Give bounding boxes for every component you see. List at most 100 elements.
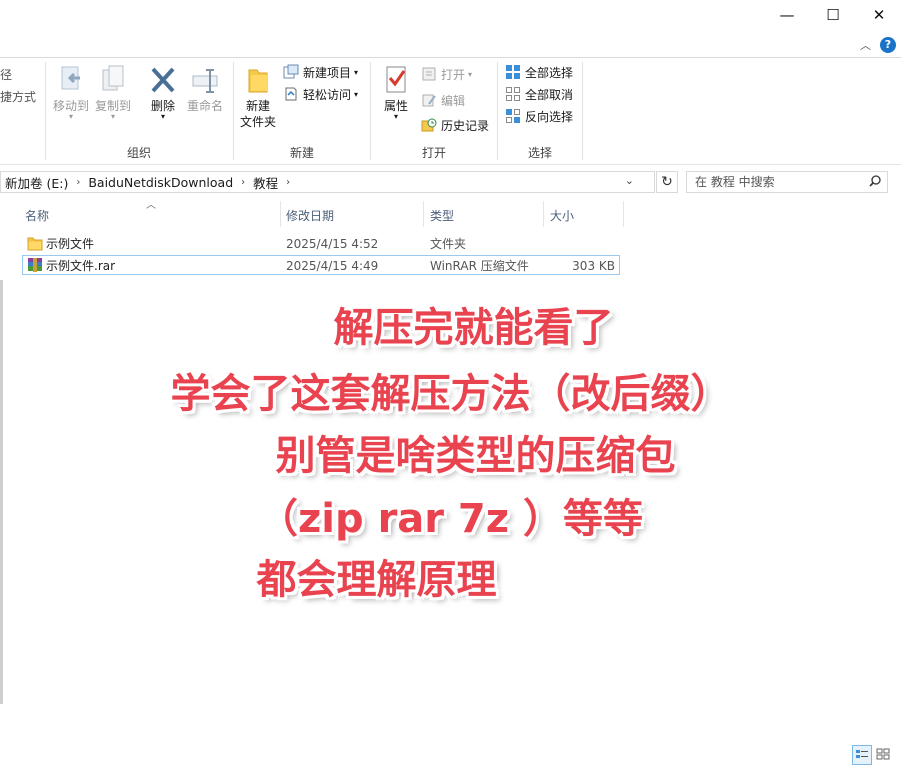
ribbon-collapse-chevron-icon[interactable]: ︿	[860, 37, 871, 53]
breadcrumb-current[interactable]: 教程	[249, 173, 282, 192]
refresh-button[interactable]: ↻	[656, 171, 678, 193]
file-modified: 2025/4/15 4:52	[286, 237, 379, 251]
file-row[interactable]: 示例文件 2025/4/15 4:52 文件夹	[22, 234, 620, 254]
column-header-type[interactable]: 类型	[430, 203, 454, 227]
history-button[interactable]: 历史记录	[421, 115, 489, 135]
move-to-icon	[56, 64, 86, 96]
help-icon[interactable]: ?	[880, 37, 896, 53]
column-header-modified[interactable]: 修改日期	[286, 203, 334, 227]
new-folder-icon	[243, 64, 273, 96]
address-bar[interactable]: 新加卷 (E:) › BaiduNetdiskDownload › 教程 › ⌄	[0, 171, 655, 193]
select-none-label: 全部取消	[525, 87, 574, 102]
new-folder-button[interactable]: 新建 文件夹	[238, 64, 278, 130]
new-folder-label-line1: 新建	[245, 99, 270, 113]
search-box[interactable]	[686, 171, 888, 193]
rename-icon	[190, 64, 220, 96]
select-all-button[interactable]: 全部选择	[505, 62, 573, 82]
file-type: 文件夹	[430, 237, 467, 251]
new-folder-label-line2: 文件夹	[239, 115, 276, 129]
folder-icon	[27, 236, 43, 254]
column-header-name[interactable]: 名称	[25, 203, 49, 227]
edit-button[interactable]: 编辑	[421, 90, 465, 110]
select-none-button[interactable]: 全部取消	[505, 84, 573, 104]
invert-selection-button[interactable]: 反向选择	[505, 106, 573, 126]
column-divider[interactable]	[423, 201, 424, 227]
move-to-label: 移动到	[52, 99, 89, 113]
breadcrumb-drive[interactable]: 新加卷 (E:)	[1, 173, 72, 192]
search-icon[interactable]	[869, 174, 881, 190]
file-type: WinRAR 压缩文件	[430, 259, 529, 273]
ribbon: 径 捷方式 移动到 ▾ 复制到 ▾ 删除 ▾ 重命名 组织 新建 文件夹 新建项…	[0, 58, 901, 165]
large-icons-view-icon	[876, 748, 890, 760]
new-group-label: 新建	[289, 146, 314, 160]
history-icon	[421, 117, 437, 133]
rar-icon	[27, 257, 43, 276]
organize-group-label: 组织	[126, 146, 151, 160]
overlay-line-4: （zip rar 7z ）等等	[258, 496, 643, 542]
copy-path-partial-label[interactable]: 径	[0, 64, 36, 86]
group-divider	[582, 62, 583, 160]
copy-to-label: 复制到	[94, 99, 131, 113]
maximize-icon: ☐	[826, 6, 840, 24]
delete-label: 删除	[150, 99, 175, 113]
column-divider[interactable]	[623, 201, 624, 227]
column-divider[interactable]	[280, 201, 281, 227]
close-icon: ✕	[872, 6, 886, 24]
column-header-size[interactable]: 大小	[550, 203, 574, 227]
open-icon	[421, 66, 437, 82]
address-dropdown-chevron-icon[interactable]: ⌄	[625, 174, 634, 187]
sort-ascending-icon: ︿	[146, 200, 156, 211]
breadcrumb-folder[interactable]: BaiduNetdiskDownload	[84, 175, 237, 190]
chevron-right-icon[interactable]: ›	[282, 177, 294, 188]
new-item-icon	[283, 64, 299, 80]
easy-access-icon	[283, 86, 299, 102]
file-modified: 2025/4/15 4:49	[286, 259, 379, 273]
open-label: 打开	[441, 67, 466, 82]
refresh-icon: ↻	[661, 174, 673, 190]
properties-button[interactable]: 属性 ▾	[376, 64, 416, 121]
new-item-label: 新建项目	[303, 65, 352, 80]
properties-label: 属性	[383, 99, 408, 113]
paste-shortcut-partial-label[interactable]: 捷方式	[0, 86, 36, 108]
minimize-button[interactable]: —	[764, 0, 810, 30]
open-button[interactable]: 打开 ▾	[421, 64, 472, 84]
chevron-right-icon[interactable]: ›	[72, 177, 84, 188]
invert-selection-label: 反向选择	[525, 109, 574, 124]
search-input[interactable]	[687, 174, 867, 190]
clipboard-group-partial: 径 捷方式	[0, 64, 36, 108]
copy-to-icon	[98, 64, 128, 96]
properties-icon	[381, 64, 411, 96]
overlay-line-2: 学会了这套解压方法（改后缀）	[170, 371, 731, 417]
details-view-icon	[856, 750, 868, 758]
file-name: 示例文件.rar	[46, 259, 116, 273]
new-item-button[interactable]: 新建项目 ▾	[283, 62, 358, 82]
delete-x-icon	[148, 64, 178, 96]
overlay-line-1: 解压完就能看了	[333, 305, 614, 351]
column-divider[interactable]	[543, 201, 544, 227]
history-label: 历史记录	[441, 118, 490, 133]
select-all-icon	[505, 64, 521, 80]
move-to-button[interactable]: 移动到 ▾	[51, 64, 91, 121]
maximize-button[interactable]: ☐	[810, 0, 856, 30]
copy-to-button[interactable]: 复制到 ▾	[93, 64, 133, 121]
file-name: 示例文件	[46, 237, 95, 251]
large-icons-view-button[interactable]	[874, 745, 894, 765]
select-all-label: 全部选择	[525, 65, 574, 80]
select-group-label: 选择	[527, 146, 552, 160]
file-size: 303 KB	[572, 259, 615, 273]
file-row-selected[interactable]: 示例文件.rar 2025/4/15 4:49 WinRAR 压缩文件 303 …	[22, 255, 620, 275]
edit-icon	[421, 92, 437, 108]
minimize-icon: —	[779, 6, 795, 24]
rename-button[interactable]: 重命名	[184, 64, 226, 114]
delete-button[interactable]: 删除 ▾	[143, 64, 183, 121]
edit-label: 编辑	[441, 93, 466, 108]
select-none-icon	[505, 86, 521, 102]
overlay-line-5: 都会理解原理	[256, 557, 497, 603]
details-view-button[interactable]	[852, 745, 872, 765]
rename-label: 重命名	[186, 99, 223, 113]
easy-access-button[interactable]: 轻松访问 ▾	[283, 84, 358, 104]
chevron-right-icon[interactable]: ›	[237, 177, 249, 188]
invert-selection-icon	[505, 108, 521, 124]
close-button[interactable]: ✕	[856, 0, 901, 30]
overlay-line-3: 别管是啥类型的压缩包	[275, 433, 676, 479]
